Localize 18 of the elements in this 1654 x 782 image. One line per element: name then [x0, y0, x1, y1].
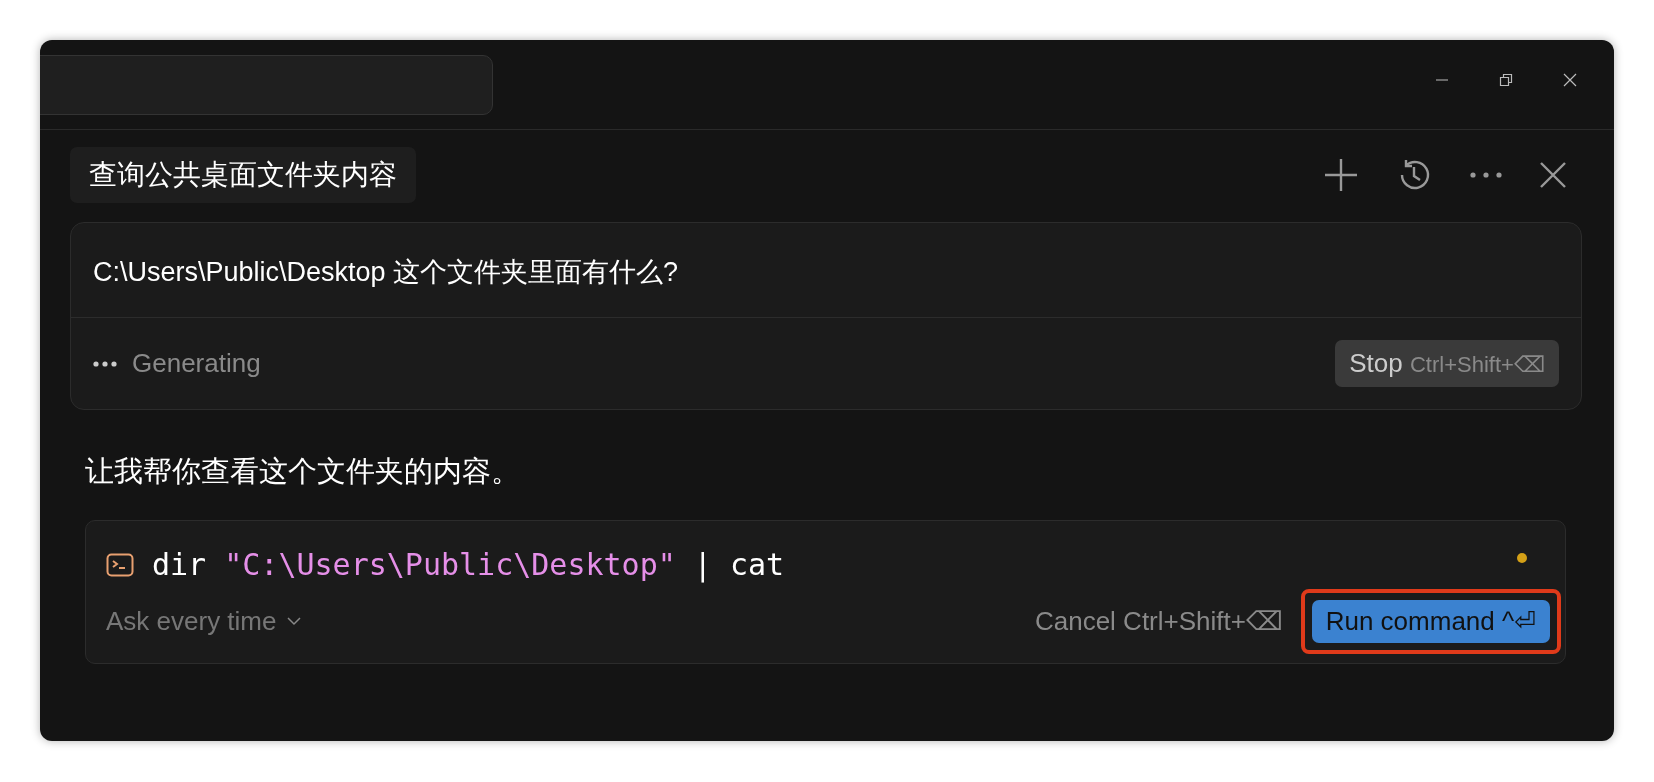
terminal-icon: [106, 552, 134, 577]
status-text: Generating: [132, 348, 261, 379]
chevron-down-icon: [286, 617, 301, 626]
more-icon[interactable]: [1470, 172, 1502, 178]
chat-title: 查询公共桌面文件夹内容: [70, 147, 416, 203]
cancel-button[interactable]: Cancel Ctrl+Shift+⌫: [1034, 606, 1283, 637]
loading-dots-icon: [93, 359, 117, 368]
restore-icon[interactable]: [1499, 73, 1513, 87]
command-text: dir "C:\Users\Public\Desktop" | cat: [152, 547, 786, 582]
plus-icon[interactable]: [1324, 158, 1358, 192]
close-icon[interactable]: [1563, 73, 1577, 87]
reply-text: 让我帮你查看这个文件夹的内容。: [85, 454, 521, 489]
run-command-button[interactable]: Run command ^⏎: [1311, 600, 1550, 643]
prompt-text: C:\Users\Public\Desktop 这个文件夹里面有什么?: [71, 223, 1581, 318]
close-icon[interactable]: [1540, 162, 1566, 188]
stop-button[interactable]: Stop Ctrl+Shift+⌫: [1335, 340, 1559, 387]
approval-dropdown[interactable]: Ask every time: [106, 606, 301, 637]
title-bar-field[interactable]: [40, 55, 493, 115]
